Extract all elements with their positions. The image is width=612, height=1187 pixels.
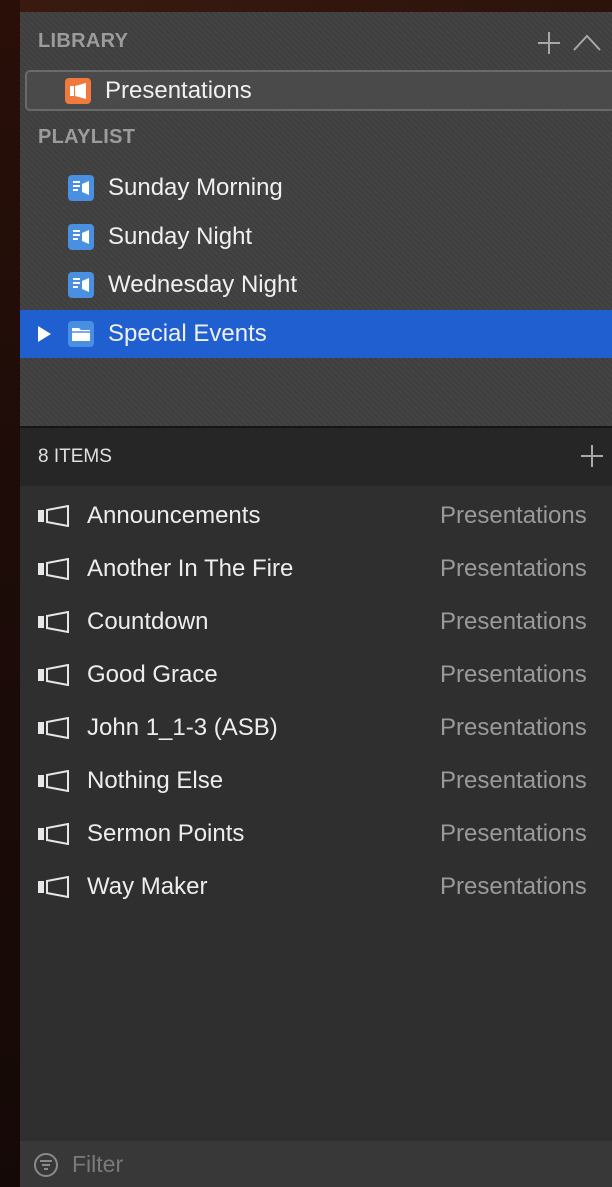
collapse-library-button[interactable] [572, 30, 602, 56]
list-item[interactable]: Nothing Else Presentations [20, 754, 612, 807]
presentation-icon [38, 770, 69, 792]
list-item[interactable]: Good Grace Presentations [20, 648, 612, 701]
add-item-button[interactable] [580, 444, 604, 473]
presentation-icon [38, 717, 69, 739]
playlist-item-label: Sunday Night [108, 223, 253, 250]
item-name: John 1_1-3 (ASB) [87, 713, 278, 741]
items-list: Announcements Presentations Another In T… [20, 486, 612, 1141]
library-item-label: Presentations [105, 76, 252, 104]
presentation-icon [38, 505, 69, 527]
presentation-icon [38, 664, 69, 686]
list-item[interactable]: Announcements Presentations [20, 489, 612, 542]
library-header: LIBRARY [38, 30, 129, 52]
item-name: Another In The Fire [87, 554, 294, 582]
library-header-buttons [536, 30, 602, 56]
item-library: Presentations [440, 501, 587, 529]
playlist-item-label: Sunday Morning [108, 174, 283, 201]
playlist-icon [68, 272, 94, 298]
library-panel: LIBRARY Presentations PLAYLIST Sunday Mo… [20, 12, 612, 426]
presentation-icon [65, 77, 91, 104]
playlist-icon [68, 224, 94, 250]
item-library: Presentations [440, 766, 587, 794]
playlist-item-label: Special Events [108, 320, 267, 347]
list-item[interactable]: Another In The Fire Presentations [20, 542, 612, 595]
item-library: Presentations [440, 819, 587, 847]
playlist-icon [68, 175, 94, 201]
chevron-up-icon [573, 34, 601, 51]
app-window: LIBRARY Presentations PLAYLIST Sunday Mo… [0, 0, 612, 1187]
item-name: Good Grace [87, 660, 218, 688]
item-name: Sermon Points [87, 819, 245, 847]
item-name: Countdown [87, 607, 209, 635]
list-item[interactable]: Way Maker Presentations [20, 860, 612, 913]
item-library: Presentations [440, 607, 587, 635]
list-item[interactable]: Countdown Presentations [20, 595, 612, 648]
playlist-item-wednesday-night[interactable]: Wednesday Night [20, 261, 612, 309]
item-name: Nothing Else [87, 766, 224, 794]
filter-icon [34, 1153, 58, 1177]
plus-icon [538, 32, 560, 54]
filter-field[interactable]: Filter [20, 1141, 612, 1187]
filter-placeholder: Filter [72, 1151, 124, 1177]
item-library: Presentations [440, 660, 587, 688]
item-name: Announcements [87, 501, 261, 529]
playlist-item-sunday-night[interactable]: Sunday Night [20, 213, 612, 261]
disclosure-triangle-icon[interactable] [38, 326, 51, 342]
presentation-icon [38, 558, 69, 580]
background-strip [0, 0, 20, 1187]
item-library: Presentations [440, 554, 587, 582]
playlist-item-sunday-morning[interactable]: Sunday Morning [20, 164, 612, 212]
playlist-item-special-events[interactable]: Special Events [20, 310, 612, 358]
add-library-button[interactable] [536, 30, 562, 56]
items-count: 8 ITEMS [38, 446, 112, 467]
items-header: 8 ITEMS [20, 428, 612, 486]
item-library: Presentations [440, 713, 587, 741]
list-item[interactable]: John 1_1-3 (ASB) Presentations [20, 701, 612, 754]
folder-icon [68, 321, 94, 347]
list-item[interactable]: Sermon Points Presentations [20, 807, 612, 860]
playlist-item-label: Wednesday Night [108, 271, 297, 298]
library-item-presentations[interactable]: Presentations [25, 70, 612, 111]
item-library: Presentations [440, 872, 587, 900]
top-strip [20, 0, 612, 12]
presentation-icon [38, 611, 69, 633]
playlist-header: PLAYLIST [38, 126, 136, 148]
presentation-icon [38, 876, 69, 898]
presentation-icon [38, 823, 69, 845]
item-name: Way Maker [87, 872, 208, 900]
plus-icon [581, 445, 603, 467]
